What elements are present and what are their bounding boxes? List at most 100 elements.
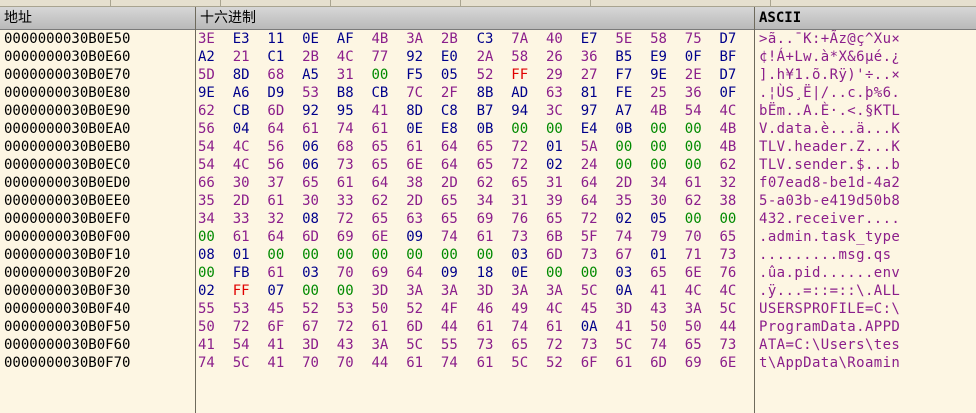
hex-byte[interactable]: 65: [372, 138, 389, 156]
hex-byte[interactable]: 3C: [546, 102, 563, 120]
hex-byte[interactable]: 00: [337, 282, 354, 300]
hex-byte[interactable]: 65: [511, 174, 528, 192]
hex-byte[interactable]: 52: [546, 354, 563, 372]
hex-byte[interactable]: 69: [337, 228, 354, 246]
hex-byte[interactable]: 65: [477, 156, 494, 174]
hex-byte[interactable]: B5: [615, 48, 632, 66]
row-hex-bytes[interactable]: 62 CB 6D 92 95 41 8D C8 B7 94 3C 97 A7 4B 54 4C: [196, 102, 754, 120]
hex-row[interactable]: 0000000030B0E90 62 CB 6D 92 95 41 8D C8 B7 94 3C 97 A…: [0, 102, 976, 120]
hex-byte[interactable]: 69: [685, 354, 702, 372]
hex-row[interactable]: 0000000030B0EF0 34 33 32 08 72 65 63 65 69 76 65 72 0…: [0, 210, 976, 228]
hex-byte[interactable]: 39: [546, 192, 563, 210]
hex-byte[interactable]: E9: [650, 48, 667, 66]
hex-byte[interactable]: 6E: [720, 354, 737, 372]
hex-byte[interactable]: 65: [372, 210, 389, 228]
hex-byte[interactable]: AF: [337, 30, 354, 48]
hex-row[interactable]: 0000000030B0EC0 54 4C 56 06 73 65 6E 64 65 72 02 24 0…: [0, 156, 976, 174]
hex-byte[interactable]: 64: [372, 174, 389, 192]
hex-row[interactable]: 0000000030B0F20 00 FB 61 03 70 69 64 09 18 0E 00 00 0…: [0, 264, 976, 282]
hex-byte[interactable]: 00: [685, 138, 702, 156]
hex-byte[interactable]: 37: [267, 174, 284, 192]
hex-byte[interactable]: 00: [546, 264, 563, 282]
hex-byte[interactable]: 64: [267, 228, 284, 246]
hex-byte[interactable]: 00: [267, 246, 284, 264]
hex-row[interactable]: 0000000030B0F50 50 72 6F 67 72 61 6D 44 61 74 61 0A 4…: [0, 318, 976, 336]
hex-byte[interactable]: 05: [441, 66, 458, 84]
hex-byte[interactable]: 3A: [406, 282, 423, 300]
hex-byte[interactable]: 64: [406, 264, 423, 282]
row-ascii[interactable]: 5-a03b-e419d50b8: [759, 192, 900, 210]
hex-byte[interactable]: 77: [372, 48, 389, 66]
hex-byte[interactable]: 68: [267, 66, 284, 84]
hex-byte[interactable]: 72: [511, 156, 528, 174]
hex-byte[interactable]: 0B: [615, 120, 632, 138]
hex-byte[interactable]: 65: [302, 174, 319, 192]
hex-byte[interactable]: 00: [337, 246, 354, 264]
hex-byte[interactable]: 41: [650, 282, 667, 300]
hex-byte[interactable]: 7A: [511, 30, 528, 48]
hex-byte[interactable]: 00: [511, 120, 528, 138]
hex-byte[interactable]: 8B: [477, 84, 494, 102]
hex-byte[interactable]: 56: [198, 120, 215, 138]
hex-byte[interactable]: 70: [337, 264, 354, 282]
hex-byte[interactable]: 02: [198, 282, 215, 300]
hex-byte[interactable]: 74: [615, 228, 632, 246]
hex-byte[interactable]: 2D: [233, 192, 250, 210]
hex-byte[interactable]: 02: [546, 156, 563, 174]
hex-byte[interactable]: 61: [372, 318, 389, 336]
hex-byte[interactable]: 01: [650, 246, 667, 264]
hex-byte[interactable]: 55: [198, 300, 215, 318]
hex-byte[interactable]: 4F: [441, 300, 458, 318]
hex-byte[interactable]: 73: [581, 336, 598, 354]
hex-byte[interactable]: 74: [441, 354, 458, 372]
row-hex-bytes[interactable]: 9E A6 D9 53 B8 CB 7C 2F 8B AD 63 81 FE 25 36 0F: [196, 84, 754, 102]
hex-byte[interactable]: 45: [267, 300, 284, 318]
hex-byte[interactable]: 73: [477, 336, 494, 354]
hex-byte[interactable]: 43: [337, 336, 354, 354]
hex-byte[interactable]: 67: [615, 246, 632, 264]
hex-byte[interactable]: 6E: [685, 264, 702, 282]
hex-byte[interactable]: F7: [615, 66, 632, 84]
hex-byte[interactable]: 00: [477, 246, 494, 264]
hex-byte[interactable]: 79: [650, 228, 667, 246]
row-hex-bytes[interactable]: 56 04 64 61 74 61 0E E8 0B 00 00 E4 0B 00 00 4B: [196, 120, 754, 138]
hex-byte[interactable]: 34: [650, 174, 667, 192]
hex-byte[interactable]: 01: [546, 138, 563, 156]
hex-byte[interactable]: 6D: [650, 354, 667, 372]
hex-byte[interactable]: 76: [511, 210, 528, 228]
hex-byte[interactable]: 0F: [685, 48, 702, 66]
row-ascii[interactable]: TLV.sender.$...b: [759, 156, 900, 174]
hex-row[interactable]: 0000000030B0EE0 35 2D 61 30 33 62 2D 65 34 31 39 64 3…: [0, 192, 976, 210]
hex-byte[interactable]: 30: [302, 192, 319, 210]
hex-byte[interactable]: C3: [477, 30, 494, 48]
hex-byte[interactable]: 03: [615, 264, 632, 282]
hex-byte[interactable]: 00: [685, 120, 702, 138]
hex-byte[interactable]: 50: [198, 318, 215, 336]
row-ascii[interactable]: .ÿ...=::=::\.ALL: [759, 282, 900, 300]
hex-byte[interactable]: A6: [233, 84, 250, 102]
hex-byte[interactable]: 31: [511, 192, 528, 210]
hex-byte[interactable]: 54: [685, 102, 702, 120]
hex-byte[interactable]: B7: [477, 102, 494, 120]
hex-byte[interactable]: 00: [650, 120, 667, 138]
hex-byte[interactable]: 72: [581, 210, 598, 228]
hex-byte[interactable]: 65: [720, 228, 737, 246]
hex-byte[interactable]: 31: [337, 66, 354, 84]
row-hex-bytes[interactable]: 54 4C 56 06 68 65 61 64 65 72 01 5A 00 00 00 4B: [196, 138, 754, 156]
ascii-column-header[interactable]: ASCII: [755, 7, 976, 29]
row-hex-bytes[interactable]: 34 33 32 08 72 65 63 65 69 76 65 72 02 05 00 00: [196, 210, 754, 228]
hex-byte[interactable]: 43: [650, 300, 667, 318]
hex-row[interactable]: 0000000030B0E60 A2 21 C1 2B 4C 77 92 E0 2A 58 26 36 B…: [0, 48, 976, 66]
hex-byte[interactable]: 56: [267, 156, 284, 174]
hex-byte[interactable]: 00: [650, 156, 667, 174]
row-ascii[interactable]: ProgramData.APPD: [759, 318, 900, 336]
hex-byte[interactable]: 64: [581, 174, 598, 192]
hex-byte[interactable]: 35: [615, 192, 632, 210]
row-hex-bytes[interactable]: 02 FF 07 00 00 3D 3A 3A 3D 3A 3A 5C 0A 41 4C 4C: [196, 282, 754, 300]
hex-byte[interactable]: 97: [581, 102, 598, 120]
hex-byte[interactable]: 09: [406, 228, 423, 246]
hex-byte[interactable]: C8: [441, 102, 458, 120]
hex-byte[interactable]: 50: [650, 318, 667, 336]
hex-byte[interactable]: D9: [267, 84, 284, 102]
hex-row[interactable]: 0000000030B0F60 41 54 41 3D 43 3A 5C 55 73 65 72 73 5…: [0, 336, 976, 354]
